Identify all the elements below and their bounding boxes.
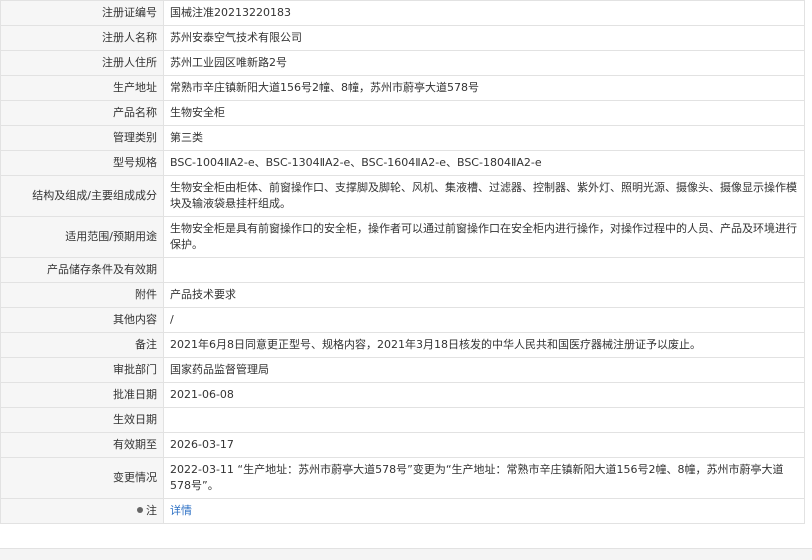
row-label: 变更情况 bbox=[0, 457, 164, 499]
row-value-text: 生物安全柜是具有前窗操作口的安全柜，操作者可以通过前窗操作口在安全柜内进行操作，… bbox=[170, 222, 797, 251]
row-value: 产品技术要求 bbox=[163, 282, 805, 308]
table-row: 结构及组成/主要组成成分 生物安全柜由柜体、前窗操作口、支撑脚及脚轮、风机、集液… bbox=[0, 175, 805, 217]
row-label: 型号规格 bbox=[0, 150, 164, 176]
row-label: 适用范围/预期用途 bbox=[0, 216, 164, 258]
row-value: 第三类 bbox=[163, 125, 805, 151]
row-label: 结构及组成/主要组成成分 bbox=[0, 175, 164, 217]
table-row: 注册证编号 国械注准20213220183 bbox=[0, 0, 805, 26]
table-row: 注册人住所 苏州工业园区唯新路2号 bbox=[0, 50, 805, 76]
row-value: 生物安全柜由柜体、前窗操作口、支撑脚及脚轮、风机、集液槽、过滤器、控制器、紫外灯… bbox=[163, 175, 805, 217]
pin-icon bbox=[137, 507, 143, 513]
row-label: 注册人住所 bbox=[0, 50, 164, 76]
row-label: 附件 bbox=[0, 282, 164, 308]
table-row: 变更情况 2022-03-11 “生产地址：苏州市蔚亭大道578号”变更为“生产… bbox=[0, 457, 805, 499]
registration-detail-table: 注册证编号 国械注准20213220183 注册人名称 苏州安泰空气技术有限公司… bbox=[0, 0, 805, 524]
row-value: / bbox=[163, 307, 805, 333]
row-label: 注册人名称 bbox=[0, 25, 164, 51]
note-value-cell: 详情 bbox=[163, 498, 805, 524]
row-label: 审批部门 bbox=[0, 357, 164, 383]
table-row: 产品名称 生物安全柜 bbox=[0, 100, 805, 126]
note-label: 注 bbox=[146, 504, 157, 517]
row-label: 生产地址 bbox=[0, 75, 164, 101]
page-bottom-strip bbox=[0, 548, 812, 560]
row-label: 其他内容 bbox=[0, 307, 164, 333]
row-value: 2021-06-08 bbox=[163, 382, 805, 408]
table-row: 生产地址 常熟市辛庄镇新阳大道156号2幢、8幢，苏州市蔚亭大道578号 bbox=[0, 75, 805, 101]
details-link[interactable]: 详情 bbox=[170, 504, 192, 517]
row-value: 苏州安泰空气技术有限公司 bbox=[163, 25, 805, 51]
row-label: 产品储存条件及有效期 bbox=[0, 257, 164, 283]
table-row: 注册人名称 苏州安泰空气技术有限公司 bbox=[0, 25, 805, 51]
note-label-cell: 注 bbox=[0, 498, 164, 524]
table-row: 生效日期 bbox=[0, 407, 805, 433]
row-value: 2022-03-11 “生产地址：苏州市蔚亭大道578号”变更为“生产地址：常熟… bbox=[163, 457, 805, 499]
table-row: 其他内容 / bbox=[0, 307, 805, 333]
table-row: 型号规格 BSC-1004ⅡA2-e、BSC-1304ⅡA2-e、BSC-160… bbox=[0, 150, 805, 176]
row-value: 生物安全柜是具有前窗操作口的安全柜，操作者可以通过前窗操作口在安全柜内进行操作，… bbox=[163, 216, 805, 258]
table-row: 有效期至 2026-03-17 bbox=[0, 432, 805, 458]
row-value-text: 生物安全柜由柜体、前窗操作口、支撑脚及脚轮、风机、集液槽、过滤器、控制器、紫外灯… bbox=[170, 181, 797, 210]
row-label: 有效期至 bbox=[0, 432, 164, 458]
row-value: 2021年6月8日同意更正型号、规格内容，2021年3月18日核发的中华人民共和… bbox=[163, 332, 805, 358]
table-row: 备注 2021年6月8日同意更正型号、规格内容，2021年3月18日核发的中华人… bbox=[0, 332, 805, 358]
row-value bbox=[163, 407, 805, 433]
row-value: 苏州工业园区唯新路2号 bbox=[163, 50, 805, 76]
table-row: 批准日期 2021-06-08 bbox=[0, 382, 805, 408]
row-value: 常熟市辛庄镇新阳大道156号2幢、8幢，苏州市蔚亭大道578号 bbox=[163, 75, 805, 101]
row-label: 备注 bbox=[0, 332, 164, 358]
row-value: 国家药品监督管理局 bbox=[163, 357, 805, 383]
table-row: 管理类别 第三类 bbox=[0, 125, 805, 151]
table-row: 适用范围/预期用途 生物安全柜是具有前窗操作口的安全柜，操作者可以通过前窗操作口… bbox=[0, 216, 805, 258]
table-row: 产品储存条件及有效期 bbox=[0, 257, 805, 283]
row-label: 生效日期 bbox=[0, 407, 164, 433]
row-value bbox=[163, 257, 805, 283]
row-value: BSC-1004ⅡA2-e、BSC-1304ⅡA2-e、BSC-1604ⅡA2-… bbox=[163, 150, 805, 176]
row-value: 2026-03-17 bbox=[163, 432, 805, 458]
row-label: 批准日期 bbox=[0, 382, 164, 408]
row-label: 注册证编号 bbox=[0, 0, 164, 26]
table-row: 注 详情 bbox=[0, 498, 805, 524]
table-row: 审批部门 国家药品监督管理局 bbox=[0, 357, 805, 383]
row-value-text: 2022-03-11 “生产地址：苏州市蔚亭大道578号”变更为“生产地址：常熟… bbox=[170, 463, 784, 492]
table-row: 附件 产品技术要求 bbox=[0, 282, 805, 308]
row-label: 管理类别 bbox=[0, 125, 164, 151]
row-value: 生物安全柜 bbox=[163, 100, 805, 126]
row-label: 产品名称 bbox=[0, 100, 164, 126]
row-value: 国械注准20213220183 bbox=[163, 0, 805, 26]
